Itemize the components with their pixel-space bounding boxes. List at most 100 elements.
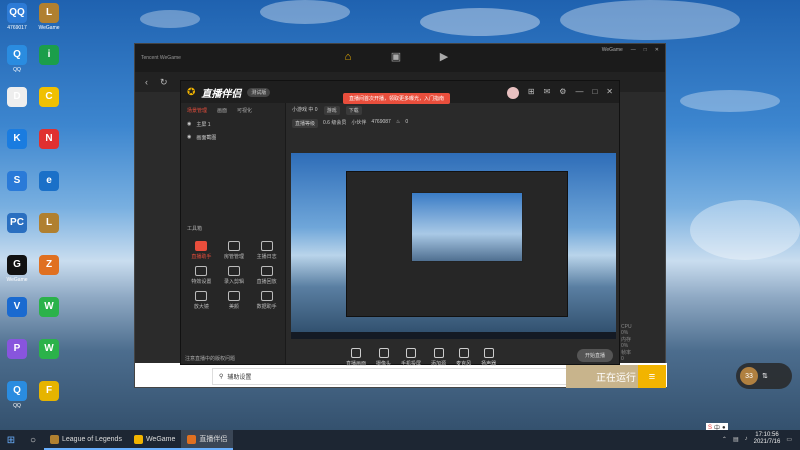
- minimize-icon[interactable]: —: [631, 47, 636, 53]
- scene-item[interactable]: ◉ 主屏 1: [181, 118, 285, 131]
- tool-item[interactable]: 放大镜: [185, 291, 218, 310]
- date: 2021/7/16: [753, 439, 781, 445]
- control-button[interactable]: 手机投屏: [401, 347, 422, 367]
- home-icon[interactable]: ⌂: [340, 50, 356, 64]
- preview-nested-preview: [411, 192, 523, 262]
- stream-title: 小游戏 中 0: [292, 107, 318, 113]
- refresh-icon[interactable]: ↻: [160, 77, 168, 88]
- taskbar-app-label: League of Legends: [62, 435, 122, 443]
- video-icon[interactable]: ▶: [436, 50, 452, 64]
- menu-icon[interactable]: ≡: [638, 365, 666, 388]
- eye-icon[interactable]: ◉: [187, 121, 191, 128]
- close-icon[interactable]: ✕: [606, 87, 613, 99]
- desktop-icon[interactable]: i: [29, 45, 69, 67]
- start-stream-button[interactable]: 开始直播: [576, 349, 613, 362]
- network-icon[interactable]: ▤: [733, 436, 739, 443]
- performance-gauge[interactable]: 33 ⇅: [736, 363, 792, 389]
- volume-icon[interactable]: ♪: [745, 436, 748, 442]
- taskbar-app[interactable]: League of Legends: [44, 430, 128, 450]
- taskbar-app-label: 直播伴侣: [199, 436, 228, 443]
- tool-icon: [227, 241, 240, 251]
- desktop-icon[interactable]: L WeGame: [29, 3, 69, 31]
- tool-label: 直播助手: [191, 254, 212, 260]
- tool-item[interactable]: 房管管理: [218, 241, 251, 260]
- tab-canvas[interactable]: 画面: [217, 107, 227, 114]
- fire-icon: ♨: [395, 119, 401, 125]
- taskbar-app[interactable]: 直播伴侣: [181, 430, 234, 450]
- desktop-icon[interactable]: N: [29, 129, 69, 151]
- desktop-icon[interactable]: W: [29, 297, 69, 319]
- app-icon: G: [7, 255, 27, 275]
- gauge-value: 33: [740, 367, 758, 385]
- desktop-icon[interactable]: F: [29, 381, 69, 403]
- copyright-notice: 注意直播中的版权问题: [185, 356, 236, 362]
- desktop-icon-label: WeGame: [38, 25, 60, 31]
- tab-scene[interactable]: 场景管理: [187, 107, 207, 114]
- category-badge[interactable]: 游戏: [323, 106, 340, 115]
- tool-item[interactable]: 数据助手: [250, 291, 283, 310]
- left-panel: 场景管理 画面 可视化 ◉ 主屏 1 ◉ 画面截图 工具箱 直播助手 房管管理 主播…: [181, 103, 286, 364]
- close-icon[interactable]: ✕: [655, 47, 659, 53]
- control-button[interactable]: 麦克风: [456, 347, 471, 367]
- app-icon: P: [7, 339, 27, 359]
- tool-item[interactable]: 美颜: [218, 291, 251, 310]
- desktop-icon[interactable]: Z: [29, 255, 69, 277]
- tool-item[interactable]: 录入剪辑: [218, 266, 251, 285]
- toolbox-heading: 工具箱: [187, 226, 203, 232]
- control-button[interactable]: 扬声器: [481, 347, 497, 367]
- mail-icon[interactable]: ✉: [544, 87, 551, 99]
- preview-taskbar: [291, 332, 616, 339]
- desktop-icon[interactable]: e: [29, 171, 69, 193]
- desktop-icon[interactable]: L: [29, 213, 69, 235]
- chevron-up-icon[interactable]: ⌃: [722, 436, 727, 443]
- notification-icon[interactable]: ▭: [786, 436, 792, 443]
- tool-label: 直播回放: [256, 279, 277, 285]
- control-button[interactable]: 添加源: [431, 347, 446, 367]
- system-tray: ⌃ ▤ ♪ 17:10:56 2021/7/16 ▭: [722, 432, 792, 446]
- app-icon: D: [7, 87, 27, 107]
- stream-preview[interactable]: [291, 153, 616, 339]
- maximize-icon[interactable]: □: [592, 87, 597, 99]
- tab-visual[interactable]: 可视化: [237, 107, 252, 114]
- wegame-window-controls: WeGame — □ ✕: [602, 47, 659, 53]
- wegame-user[interactable]: WeGame: [602, 47, 623, 53]
- store-icon[interactable]: ▣: [388, 50, 404, 64]
- desktop-icon[interactable]: W: [29, 339, 69, 361]
- main-panel: 小游戏 中 0 游戏 下载 直播等级 0.6 级会员 小伙伴 4769087 ♨…: [286, 103, 632, 367]
- app-icon: W: [39, 297, 59, 317]
- download-badge[interactable]: 下载: [345, 106, 362, 115]
- version-tag: 测试版: [247, 87, 271, 97]
- tool-icon: [227, 291, 240, 301]
- control-icon: [351, 347, 361, 358]
- control-label: 摄像头: [376, 360, 392, 367]
- clock[interactable]: 17:10:56 2021/7/16: [754, 432, 781, 446]
- back-icon[interactable]: ‹: [145, 77, 148, 87]
- control-button[interactable]: 直播画面: [346, 347, 366, 367]
- control-icon: [406, 347, 417, 358]
- minimize-icon[interactable]: —: [575, 87, 583, 99]
- control-label: 扬声器: [481, 360, 497, 367]
- tool-item[interactable]: 直播助手: [185, 241, 218, 260]
- control-icon: [458, 347, 469, 358]
- taskbar-app-label: WeGame: [145, 435, 176, 443]
- desktop-icon-label: WeGame: [6, 277, 28, 283]
- search-icon[interactable]: ○: [22, 430, 44, 450]
- settings-icon[interactable]: ⚙: [559, 87, 566, 99]
- desktop-icons: QQ 4769017 L WeGame Q QQ i D C K N Se PC L G WeGame Z V W P…: [0, 0, 134, 430]
- tool-item[interactable]: 特效设置: [185, 266, 218, 285]
- performance-stats: CPU 0% 内存 0% 帧率 0: [621, 324, 632, 362]
- scene-item[interactable]: ◉ 画面截图: [181, 131, 285, 144]
- windows-start-icon[interactable]: ⊞: [0, 430, 22, 450]
- taskbar-app[interactable]: WeGame: [127, 430, 182, 450]
- app-icon: S: [7, 171, 27, 191]
- control-button[interactable]: 摄像头: [376, 347, 392, 367]
- maximize-icon[interactable]: □: [644, 47, 647, 53]
- avatar[interactable]: [506, 87, 519, 99]
- control-label: 手机投屏: [401, 360, 422, 367]
- tool-item[interactable]: 直播回放: [250, 266, 283, 285]
- desktop-icon[interactable]: C: [29, 87, 69, 109]
- gift-icon[interactable]: ⊞: [528, 87, 535, 99]
- eye-icon[interactable]: ◉: [187, 134, 191, 141]
- tool-item[interactable]: 主播日志: [250, 241, 283, 260]
- app-icon: W: [39, 339, 59, 359]
